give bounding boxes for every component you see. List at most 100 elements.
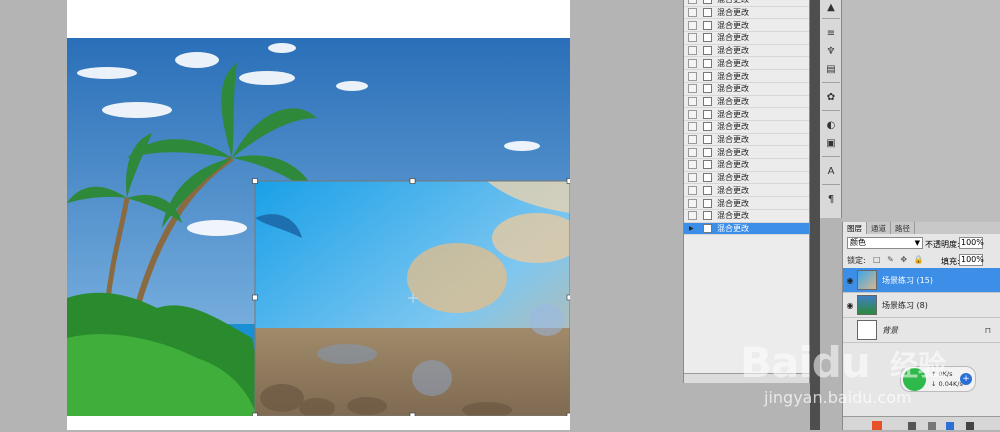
history-state-item[interactable]: 混合更改 — [684, 134, 809, 147]
network-speed-widget[interactable]: ↑ 0K/s ↓ 0.04K/s + — [900, 366, 976, 392]
document-icon — [703, 147, 712, 157]
history-panel[interactable]: 混合更改 混合更改 混合更改 混合更改 混合更改 混合更改 混合更改 混合更改 混合更改 混合更改… — [683, 0, 810, 383]
styles-icon[interactable]: ✿ — [824, 90, 838, 104]
history-state-item[interactable]: 混合更改 — [684, 197, 809, 210]
history-checkbox[interactable] — [688, 96, 697, 106]
history-state-label: 混合更改 — [717, 122, 749, 132]
history-checkbox[interactable] — [688, 122, 697, 132]
layer-row[interactable]: ◉ 场景练习 (8) — [843, 293, 1000, 318]
history-state-item[interactable]: 混合更改 — [684, 159, 809, 172]
history-state-item[interactable]: 混合更改 — [684, 108, 809, 121]
layer-name[interactable]: 场景练习 (8) — [882, 300, 928, 311]
histogram-icon[interactable]: ▲ — [824, 0, 838, 14]
document-icon — [703, 46, 712, 56]
pasted-layer[interactable] — [252, 178, 571, 417]
adjustments-icon[interactable]: ≡ — [824, 26, 838, 40]
history-state-label: 混合更改 — [717, 96, 749, 106]
history-state-label: 混合更改 — [717, 109, 749, 119]
history-checkbox[interactable] — [688, 198, 697, 208]
eye-icon[interactable]: ◉ — [843, 276, 857, 285]
history-state-label: 混合更改 — [717, 173, 749, 183]
layer-name[interactable]: 场景练习 (15) — [882, 275, 933, 286]
paragraph-icon[interactable]: ¶ — [824, 192, 838, 206]
layer-name[interactable]: 背景 — [882, 325, 898, 336]
history-checkbox[interactable] — [688, 46, 697, 56]
history-state-item[interactable]: 混合更改 — [684, 45, 809, 58]
history-checkbox[interactable] — [688, 20, 697, 30]
history-checkbox[interactable] — [688, 173, 697, 183]
history-state-item[interactable]: 混合更改 — [684, 146, 809, 160]
history-state-item[interactable]: 混合更改 — [684, 185, 809, 198]
history-checkbox[interactable] — [688, 84, 697, 94]
history-state-item[interactable]: 混合更改 — [684, 172, 809, 185]
document-icon — [703, 8, 712, 18]
history-state-item[interactable]: 混合更改 — [684, 0, 809, 7]
history-state-label: 混合更改 — [717, 160, 749, 170]
opacity-input[interactable]: 100% — [959, 237, 984, 249]
history-state-item[interactable]: 混合更改 — [684, 58, 809, 71]
history-checkbox[interactable] — [688, 8, 697, 18]
character-icon[interactable]: A — [824, 164, 838, 178]
history-checkbox[interactable] — [688, 71, 697, 81]
history-state-label: 混合更改 — [717, 58, 749, 68]
plus-icon[interactable]: + — [960, 373, 972, 385]
lock-label: 锁定: — [847, 256, 866, 265]
document-icon — [703, 84, 712, 94]
history-state-label: 混合更改 — [717, 0, 749, 5]
layer-thumbnail — [857, 270, 877, 290]
history-state-item[interactable]: 混合更改 — [684, 70, 809, 83]
layer-row[interactable]: ◉ 场景练习 (15) — [843, 268, 1000, 293]
layer-row[interactable]: 背景 ⊓ — [843, 318, 1000, 343]
history-checkbox[interactable] — [688, 0, 697, 5]
tab-paths[interactable]: 路径 — [891, 222, 915, 234]
history-checkbox[interactable] — [688, 147, 697, 157]
layers-tabs: 图层 通道 路径 — [843, 222, 1000, 234]
masks-icon[interactable]: ◐ — [824, 118, 838, 132]
panel-dock-strip[interactable]: ▲ ≡ ♆ ▤ ✿ ◐ ▣ A ¶ — [820, 0, 842, 218]
document-icon — [703, 58, 712, 68]
history-brush-icon[interactable]: ▶ — [688, 223, 697, 233]
upload-speed-value: 0K/s — [938, 370, 953, 378]
lock-options-icons[interactable]: □ ✎ ✥ 🔒 — [873, 255, 926, 264]
download-speed: ↓ 0.04K/s — [931, 380, 963, 388]
document-icon — [703, 96, 712, 106]
history-state-item[interactable]: 混合更改 — [684, 83, 809, 96]
history-state-item[interactable]: 混合更改 — [684, 32, 809, 45]
clone-source-icon[interactable]: ♆ — [824, 44, 838, 58]
layer-thumbnail — [857, 320, 877, 340]
canvas-area[interactable] — [0, 0, 683, 430]
document-icon — [703, 160, 712, 170]
history-checkbox[interactable] — [688, 211, 697, 221]
navigator-icon[interactable]: ▣ — [824, 136, 838, 150]
history-checkbox[interactable] — [688, 109, 697, 119]
lock-icon: ⊓ — [984, 325, 991, 335]
history-checkbox[interactable] — [688, 58, 697, 68]
history-state-item[interactable]: 混合更改 — [684, 96, 809, 109]
history-state-item[interactable]: 混合更改 — [684, 121, 809, 134]
history-checkbox[interactable] — [688, 185, 697, 195]
eye-icon[interactable]: ◉ — [843, 301, 857, 310]
history-state-item[interactable]: 混合更改 — [684, 7, 809, 20]
history-checkbox[interactable] — [688, 135, 697, 145]
fill-input[interactable]: 100% — [959, 254, 984, 266]
panel-divider — [810, 0, 820, 430]
tab-layers[interactable]: 图层 — [843, 222, 867, 234]
history-state-active[interactable]: ▶ 混合更改 — [684, 222, 809, 236]
download-speed-value: 0.04K/s — [938, 380, 963, 388]
history-state-item[interactable]: 混合更改 — [684, 19, 809, 33]
blend-mode-select[interactable]: 颜色 ▼ — [847, 237, 923, 249]
history-checkbox[interactable] — [688, 160, 697, 170]
tab-channels[interactable]: 通道 — [867, 222, 891, 234]
history-state-label: 混合更改 — [717, 211, 749, 221]
document-icon — [703, 122, 712, 132]
history-checkbox[interactable] — [688, 33, 697, 43]
history-state-item[interactable]: 混合更改 — [684, 210, 809, 223]
separator — [822, 18, 840, 19]
brush-presets-icon[interactable]: ▤ — [824, 62, 838, 76]
layer-thumbnail — [857, 295, 877, 315]
layers-panel[interactable]: 图层 通道 路径 颜色 ▼ 不透明度: 100% 锁定: □ ✎ ✥ 🔒 填充:… — [842, 222, 1000, 430]
history-state-label: 混合更改 — [717, 198, 749, 208]
history-state-label: 混合更改 — [717, 33, 749, 43]
beach-artwork[interactable] — [67, 38, 570, 416]
fill-label: 填充: — [941, 257, 960, 266]
